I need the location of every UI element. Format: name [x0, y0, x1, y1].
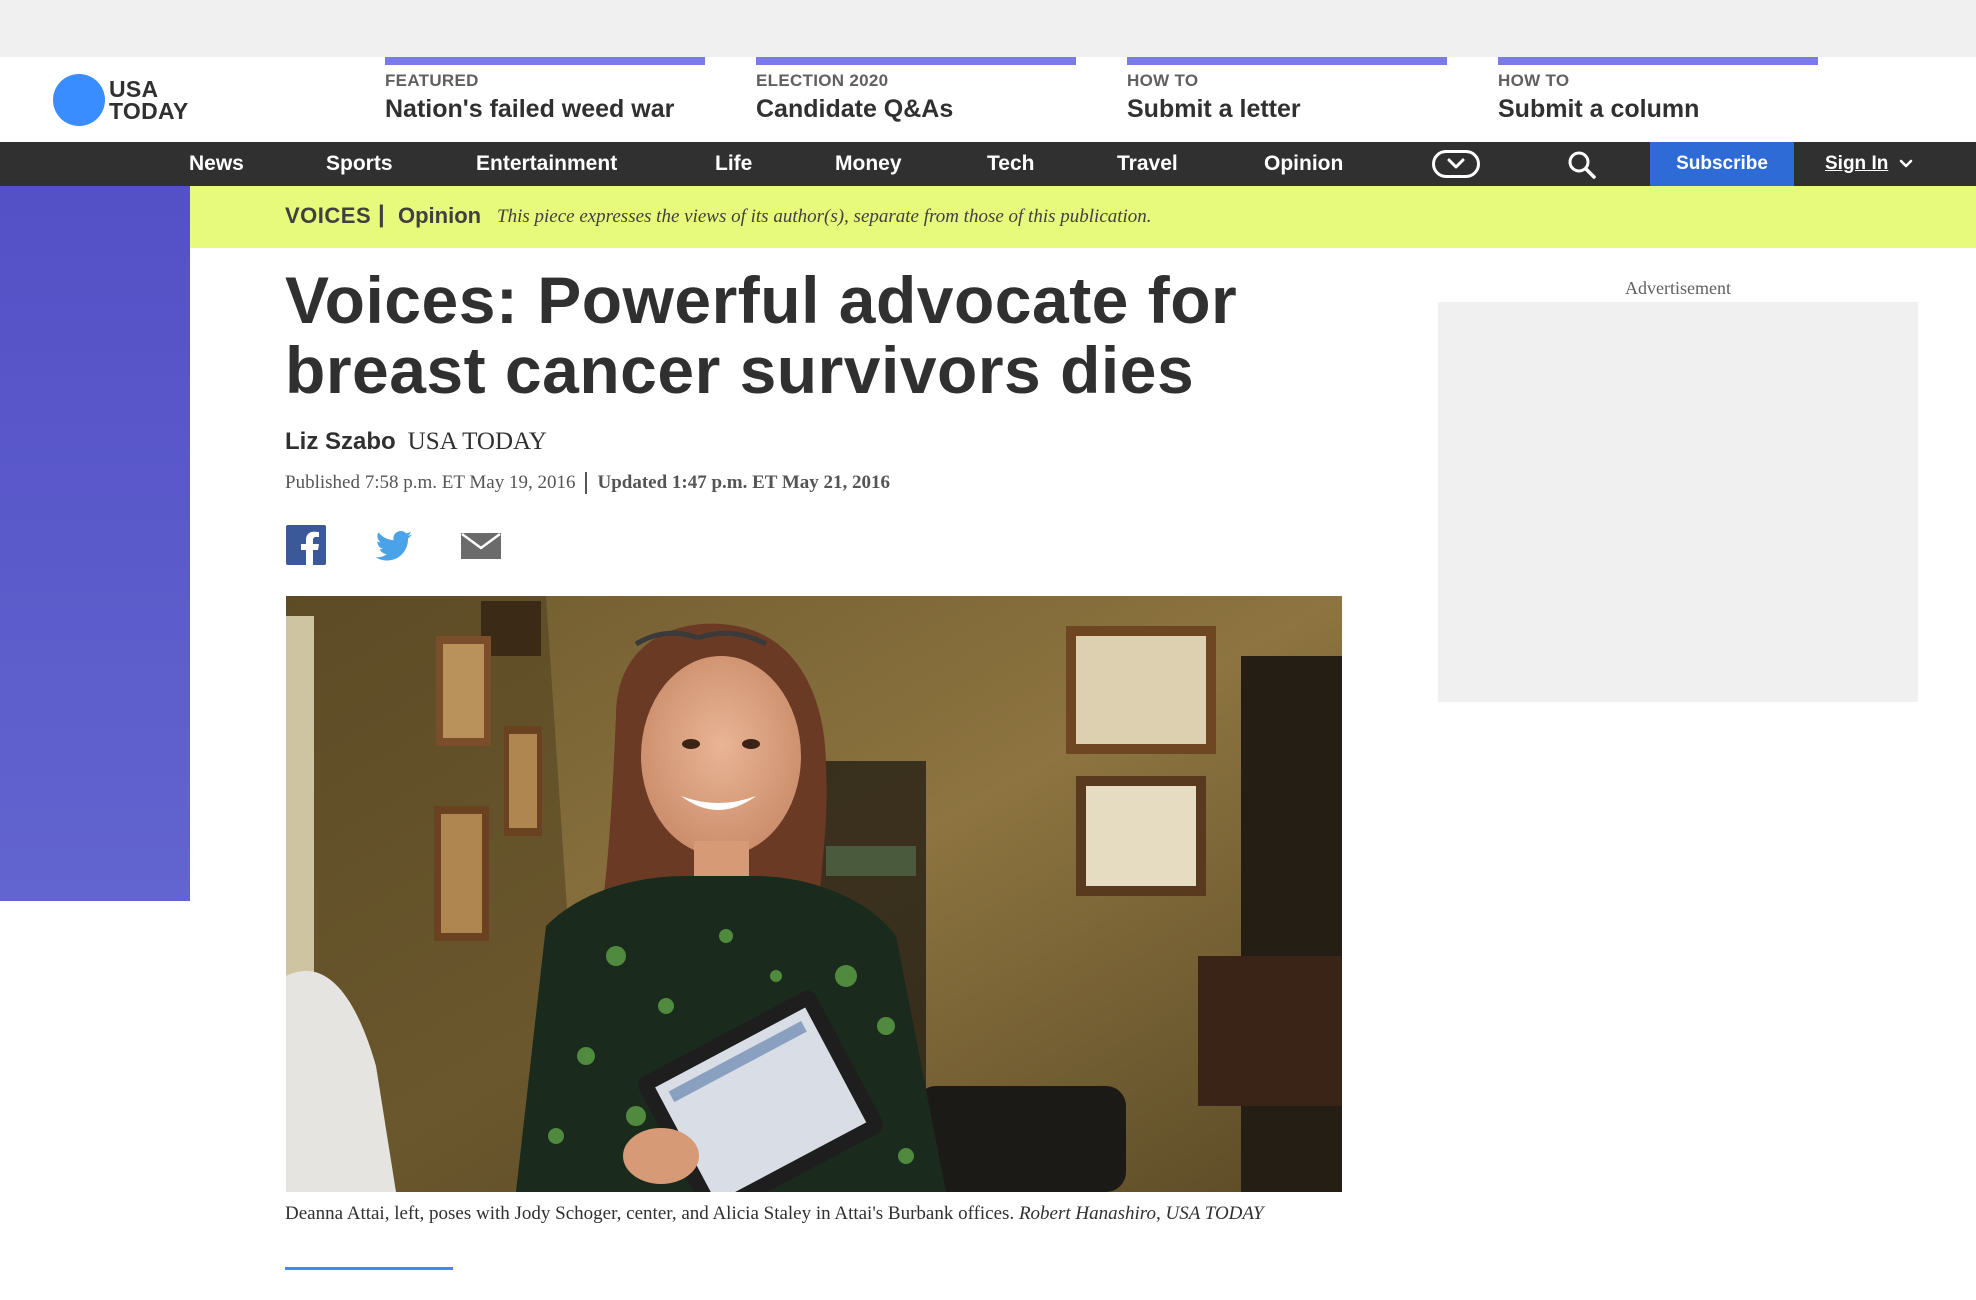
promo-accent-bar [1498, 57, 1818, 65]
dateline: Published 7:58 p.m. ET May 19, 2016 Upda… [285, 472, 890, 494]
caption-text: Deanna Attai, left, poses with Jody Scho… [285, 1203, 1015, 1224]
share-twitter-button[interactable] [374, 525, 414, 565]
promo-submit-column[interactable]: HOW TO Submit a column [1498, 57, 1818, 142]
search-button[interactable] [1567, 150, 1597, 180]
subscribe-button[interactable]: Subscribe [1650, 142, 1794, 186]
promo-title: Submit a letter [1127, 95, 1301, 123]
promo-title: Nation's failed weed war [385, 95, 675, 123]
logo-circle-icon [53, 74, 105, 126]
promo-submit-letter[interactable]: HOW TO Submit a letter [1127, 57, 1447, 142]
banner-separator: | [378, 201, 385, 228]
promo-kicker: ELECTION 2020 [756, 71, 889, 90]
photo-illustration [286, 596, 1342, 1192]
byline: Liz Szabo USA TODAY [285, 428, 547, 456]
usa-today-logo[interactable]: USA TODAY [53, 74, 188, 126]
facebook-icon [286, 525, 326, 565]
nav-item-travel[interactable]: Travel [1117, 142, 1178, 186]
promo-kicker: FEATURED [385, 71, 479, 90]
chevron-down-icon [1900, 159, 1913, 168]
opinion-disclaimer: This piece expresses the views of its au… [497, 206, 1152, 227]
section-link-opinion[interactable]: Opinion [398, 203, 481, 229]
published-date: Published 7:58 p.m. ET May 19, 2016 [285, 472, 576, 493]
promo-kicker: HOW TO [1127, 71, 1199, 90]
ad-label: Advertisement [1625, 278, 1731, 298]
nav-item-news[interactable]: News [189, 142, 244, 186]
logo-text: USA TODAY [109, 76, 189, 124]
nav-item-sports[interactable]: Sports [326, 142, 393, 186]
nav-item-life[interactable]: Life [715, 142, 752, 186]
caption-credit: Robert Hanashiro, USA TODAY [1018, 1203, 1264, 1224]
logo-line-1: USA [109, 76, 159, 102]
byline-publication: USA TODAY [407, 428, 547, 455]
section-link-voices[interactable]: VOICES [285, 203, 371, 229]
nav-item-opinion[interactable]: Opinion [1264, 142, 1343, 186]
search-icon [1568, 151, 1596, 179]
article-headline: Voices: Powerful advocate for breast can… [285, 263, 1238, 407]
promo-featured[interactable]: FEATURED Nation's failed weed war [385, 57, 705, 142]
sign-in-button[interactable]: Sign In [1825, 142, 1914, 186]
section-accent-rail [0, 186, 190, 901]
share-email-button[interactable] [461, 525, 501, 565]
nav-item-tech[interactable]: Tech [987, 142, 1034, 186]
top-spacer [0, 0, 1976, 57]
promo-accent-bar [1127, 57, 1447, 65]
email-icon [461, 532, 501, 559]
more-sections-button[interactable] [1432, 150, 1480, 178]
author-link[interactable]: Liz Szabo [285, 428, 396, 456]
promo-accent-bar [756, 57, 1076, 65]
promo-title: Submit a column [1498, 95, 1700, 123]
date-separator [585, 472, 588, 494]
promo-kicker: HOW TO [1498, 71, 1570, 90]
sign-in-label: Sign In [1825, 153, 1889, 174]
opinion-banner: VOICES | Opinion This piece expresses th… [190, 186, 1976, 248]
photo-caption: Deanna Attai, left, poses with Jody Scho… [285, 1202, 1345, 1225]
nav-item-entertainment[interactable]: Entertainment [476, 142, 617, 186]
logo-line-2: TODAY [109, 98, 189, 124]
ad-slot[interactable] [1438, 302, 1918, 702]
nav-item-money[interactable]: Money [835, 142, 902, 186]
caption-divider [285, 1267, 453, 1270]
twitter-icon [375, 531, 412, 561]
promo-election[interactable]: ELECTION 2020 Candidate Q&As [756, 57, 1076, 142]
chevron-down-icon [1447, 158, 1465, 169]
article-photo[interactable] [286, 596, 1342, 1192]
promo-accent-bar [385, 57, 705, 65]
main-nav: News Sports Entertainment Life Money Tec… [0, 142, 1976, 186]
promo-title: Candidate Q&As [756, 95, 954, 123]
masthead: USA TODAY FEATURED Nation's failed weed … [0, 57, 1976, 142]
updated-date: Updated 1:47 p.m. ET May 21, 2016 [597, 472, 891, 493]
share-facebook-button[interactable] [286, 525, 326, 565]
